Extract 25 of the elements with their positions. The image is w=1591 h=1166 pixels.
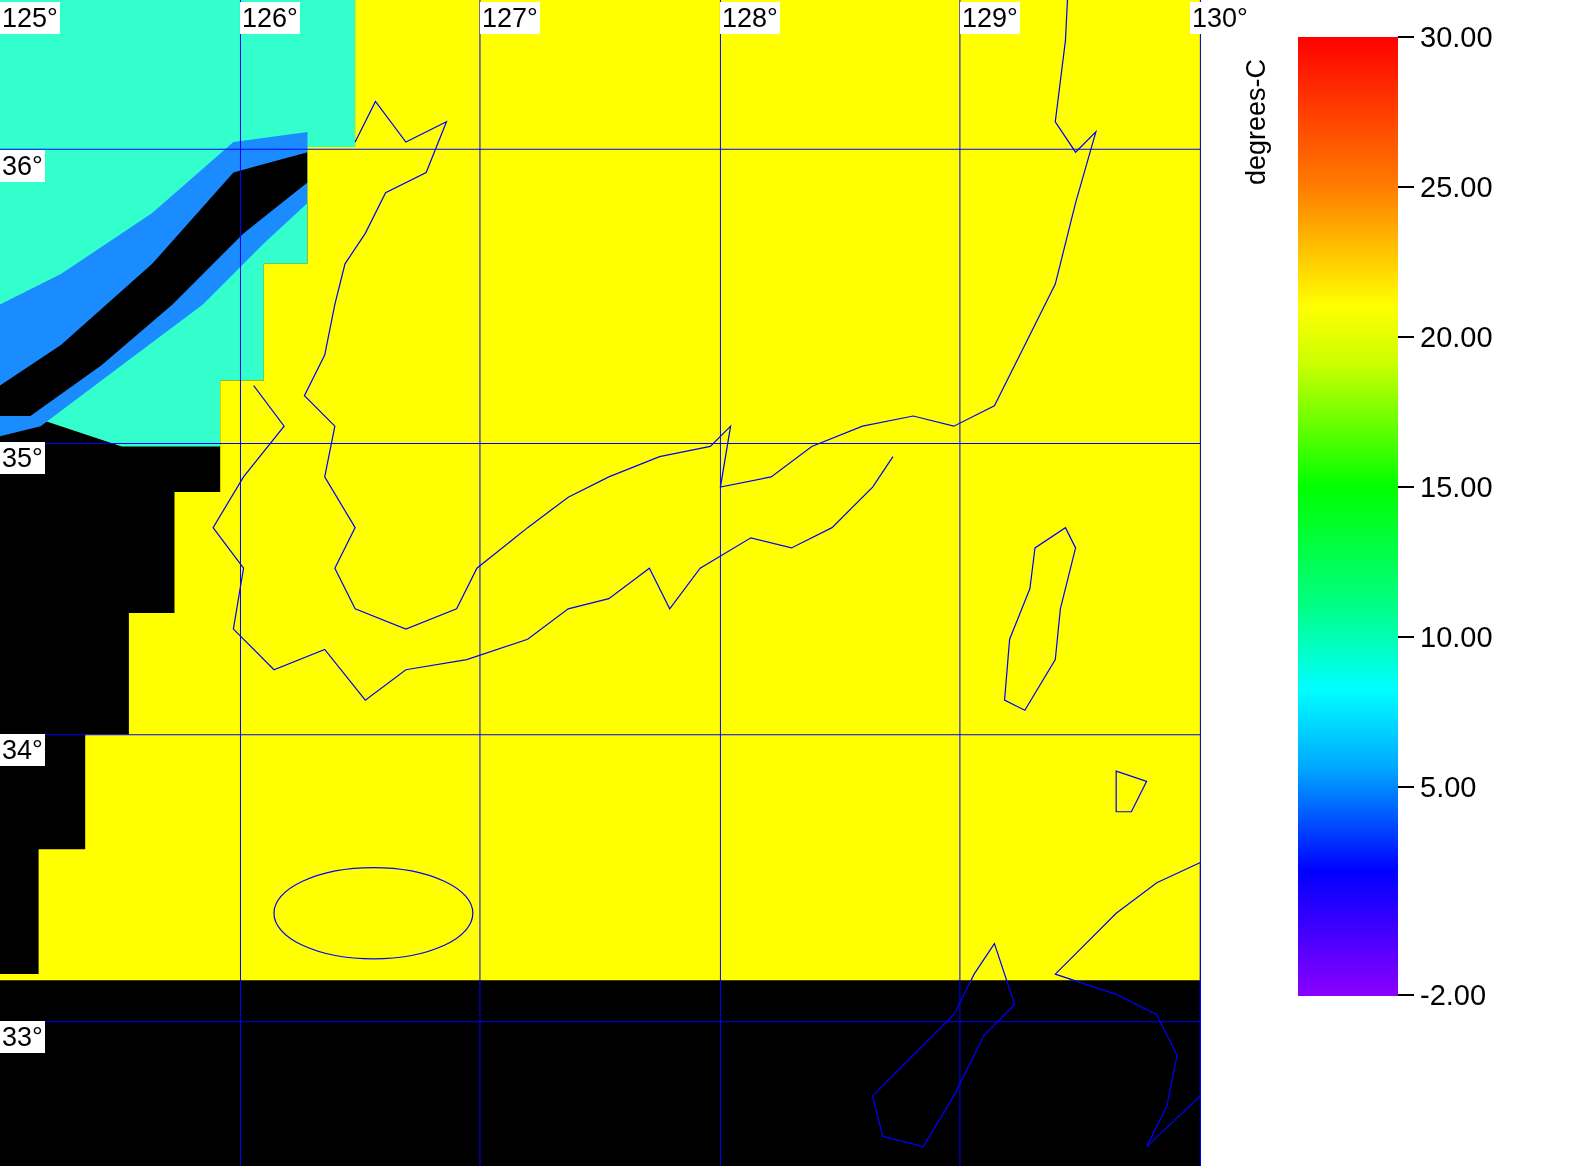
tick-label: 30.00	[1420, 21, 1493, 53]
longitude-label: 130°	[1190, 2, 1250, 34]
tick-mark	[1398, 786, 1414, 788]
tick-mark	[1398, 36, 1414, 38]
latitude-label: 33°	[0, 1021, 45, 1053]
tick-label: 20.00	[1420, 321, 1493, 353]
tick-mark	[1398, 186, 1414, 188]
longitude-label: 127°	[480, 2, 540, 34]
tick-mark	[1398, 336, 1414, 338]
unit-label: degrees-C	[1241, 58, 1272, 185]
tick-mark	[1398, 486, 1414, 488]
longitude-label: 125°	[0, 2, 60, 34]
longitude-label: 128°	[720, 2, 780, 34]
latitude-label: 36°	[0, 150, 45, 182]
tick-label: 5.00	[1420, 771, 1477, 803]
tick-label: -2.00	[1420, 979, 1487, 1011]
tick-mark	[1398, 994, 1414, 996]
longitude-label: 126°	[240, 2, 300, 34]
latitude-label: 35°	[0, 442, 45, 474]
latitude-label: 34°	[0, 734, 45, 766]
longitude-label: 129°	[960, 2, 1020, 34]
tick-label: 25.00	[1420, 171, 1493, 203]
tick-label: 15.00	[1420, 471, 1493, 503]
tick-mark	[1398, 636, 1414, 638]
tick-label: 10.00	[1420, 621, 1493, 653]
